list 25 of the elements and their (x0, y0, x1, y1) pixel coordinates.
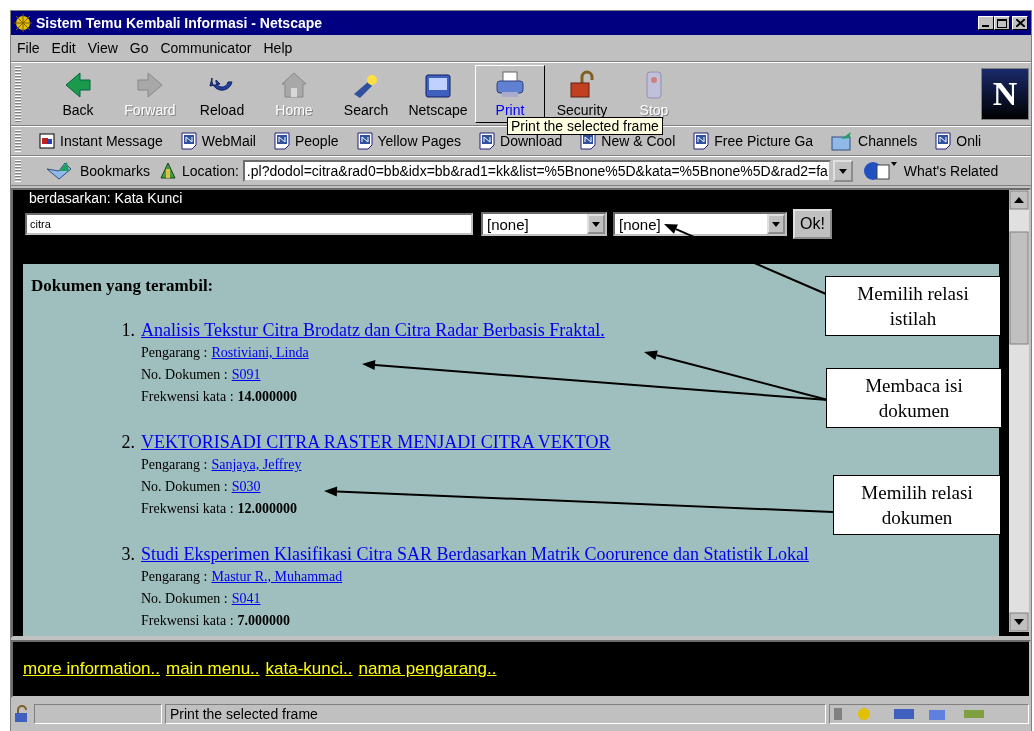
window-title: Sistem Temu Kembali Informasi - Netscape (36, 15, 324, 31)
callout-box: Membaca isi dokumen (826, 368, 1002, 428)
field-label: Pengarang : (141, 456, 208, 474)
field-label: No. Dokumen : (141, 590, 228, 608)
field-label: Pengarang : (141, 568, 208, 586)
list-number: 3. (120, 543, 136, 566)
frequency-value: 12.000000 (237, 500, 298, 518)
callout-box: Memilih relasi istilah (825, 276, 1001, 336)
field-label: Frekwensi kata : (141, 500, 234, 518)
list-number: 1. (120, 319, 136, 342)
results-heading: Dokumen yang terambil: (31, 276, 214, 296)
netscape-logo: N (981, 68, 1029, 120)
status-text: Print the selected frame (170, 706, 318, 722)
field-label: Frekwensi kata : (141, 388, 234, 406)
page-heading: berdasarkan: Kata Kunci (29, 190, 184, 207)
tooltip: Print the selected frame (507, 117, 663, 135)
list-number: 2. (120, 431, 136, 454)
frequency-value: 14.000000 (237, 388, 298, 406)
location-label: Location: (182, 163, 239, 179)
callout-box: Memilih relasi dokumen (833, 475, 1001, 535)
field-label: Frekwensi kata : (141, 612, 234, 630)
field-label: Pengarang : (141, 344, 208, 362)
field-label: No. Dokumen : (141, 366, 228, 384)
frequency-value: 7.000000 (237, 612, 291, 630)
field-label: No. Dokumen : (141, 478, 228, 496)
